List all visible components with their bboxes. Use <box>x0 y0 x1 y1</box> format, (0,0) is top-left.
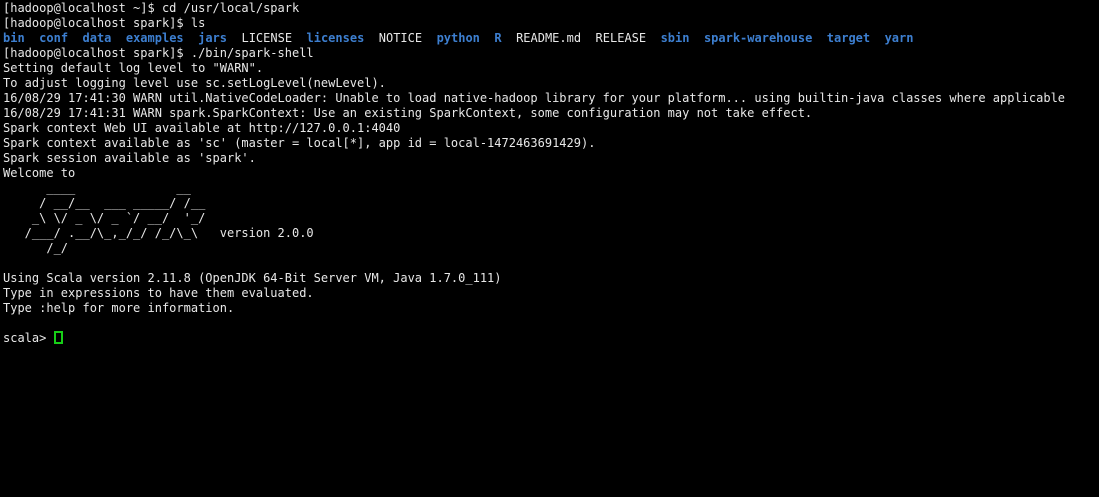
blank-line <box>3 316 1099 331</box>
terminal-text <box>689 31 703 45</box>
terminal-text: NOTICE <box>379 31 422 45</box>
spark-logo-line: /_/ <box>3 241 1099 256</box>
terminal-text: _\ \/ _ \/ _ `/ __/ '_/ <box>3 211 205 225</box>
terminal-window[interactable]: [hadoop@localhost ~]$ cd /usr/local/spar… <box>0 0 1099 497</box>
terminal-text <box>812 31 826 45</box>
terminal-text <box>68 31 82 45</box>
directory-name: R <box>494 31 501 45</box>
terminal-text: Type in expressions to have them evaluat… <box>3 286 314 300</box>
terminal-text: /_/ <box>3 241 68 255</box>
scala-prompt-line: scala> <box>3 331 1099 346</box>
terminal-text <box>364 31 378 45</box>
prompt-line: [hadoop@localhost spark]$ ls <box>3 16 1099 31</box>
directory-name: spark-warehouse <box>704 31 812 45</box>
directory-name: jars <box>198 31 227 45</box>
terminal-text: scala> <box>3 331 54 345</box>
terminal-text: Spark session available as 'spark'. <box>3 151 256 165</box>
spark-logo-line: ____ __ <box>3 181 1099 196</box>
terminal-text <box>292 31 306 45</box>
terminal-text: README.md <box>516 31 581 45</box>
directory-name: yarn <box>885 31 914 45</box>
terminal-text <box>111 31 125 45</box>
terminal-text <box>581 31 595 45</box>
directory-name: target <box>827 31 870 45</box>
terminal-text: /___/ .__/\_,_/_/ /_/\_\ version 2.0.0 <box>3 226 314 240</box>
terminal-text <box>502 31 516 45</box>
terminal-text: Spark context Web UI available at http:/… <box>3 121 400 135</box>
terminal-text: / __/__ ___ _____/ /__ <box>3 196 205 210</box>
terminal-text: 16/08/29 17:41:30 WARN util.NativeCodeLo… <box>3 91 1065 105</box>
terminal-text <box>870 31 884 45</box>
terminal-text: LICENSE <box>241 31 292 45</box>
welcome-line: Welcome to <box>3 166 1099 181</box>
terminal-text: 16/08/29 17:41:31 WARN spark.SparkContex… <box>3 106 812 120</box>
log-line: Spark session available as 'spark'. <box>3 151 1099 166</box>
directory-name: data <box>83 31 112 45</box>
terminal-text <box>480 31 494 45</box>
terminal-text: Setting default log level to "WARN". <box>3 61 263 75</box>
terminal-text: Spark context available as 'sc' (master … <box>3 136 595 150</box>
ls-output-line: bin conf data examples jars LICENSE lice… <box>3 31 1099 46</box>
directory-name: python <box>437 31 480 45</box>
directory-name: bin <box>3 31 25 45</box>
spark-logo-line: / __/__ ___ _____/ /__ <box>3 196 1099 211</box>
terminal-text <box>646 31 660 45</box>
log-line: Setting default log level to "WARN". <box>3 61 1099 76</box>
log-line: 16/08/29 17:41:30 WARN util.NativeCodeLo… <box>3 91 1099 106</box>
blank-line <box>3 256 1099 271</box>
terminal-text: Type :help for more information. <box>3 301 234 315</box>
terminal-text <box>227 31 241 45</box>
info-line: Using Scala version 2.11.8 (OpenJDK 64-B… <box>3 271 1099 286</box>
terminal-text: To adjust logging level use sc.setLogLev… <box>3 76 386 90</box>
log-line: Spark context Web UI available at http:/… <box>3 121 1099 136</box>
terminal-text: [hadoop@localhost spark]$ ./bin/spark-sh… <box>3 46 314 60</box>
terminal-text: [hadoop@localhost spark]$ ls <box>3 16 205 30</box>
directory-name: conf <box>39 31 68 45</box>
terminal-text: Welcome to <box>3 166 75 180</box>
terminal-text <box>184 31 198 45</box>
spark-logo-line: _\ \/ _ \/ _ `/ __/ '_/ <box>3 211 1099 226</box>
log-line: 16/08/29 17:41:31 WARN spark.SparkContex… <box>3 106 1099 121</box>
terminal-text: ____ __ <box>3 181 191 195</box>
prompt-line: [hadoop@localhost ~]$ cd /usr/local/spar… <box>3 1 1099 16</box>
terminal-cursor[interactable] <box>54 331 63 344</box>
directory-name: licenses <box>307 31 365 45</box>
directory-name: examples <box>126 31 184 45</box>
directory-name: sbin <box>661 31 690 45</box>
spark-logo-line: /___/ .__/\_,_/_/ /_/\_\ version 2.0.0 <box>3 226 1099 241</box>
terminal-text <box>25 31 39 45</box>
info-line: Type :help for more information. <box>3 301 1099 316</box>
terminal-text: Using Scala version 2.11.8 (OpenJDK 64-B… <box>3 271 502 285</box>
info-line: Type in expressions to have them evaluat… <box>3 286 1099 301</box>
terminal-text: RELEASE <box>596 31 647 45</box>
prompt-line: [hadoop@localhost spark]$ ./bin/spark-sh… <box>3 46 1099 61</box>
log-line: To adjust logging level use sc.setLogLev… <box>3 76 1099 91</box>
terminal-text: [hadoop@localhost ~]$ cd /usr/local/spar… <box>3 1 299 15</box>
log-line: Spark context available as 'sc' (master … <box>3 136 1099 151</box>
terminal-text <box>422 31 436 45</box>
